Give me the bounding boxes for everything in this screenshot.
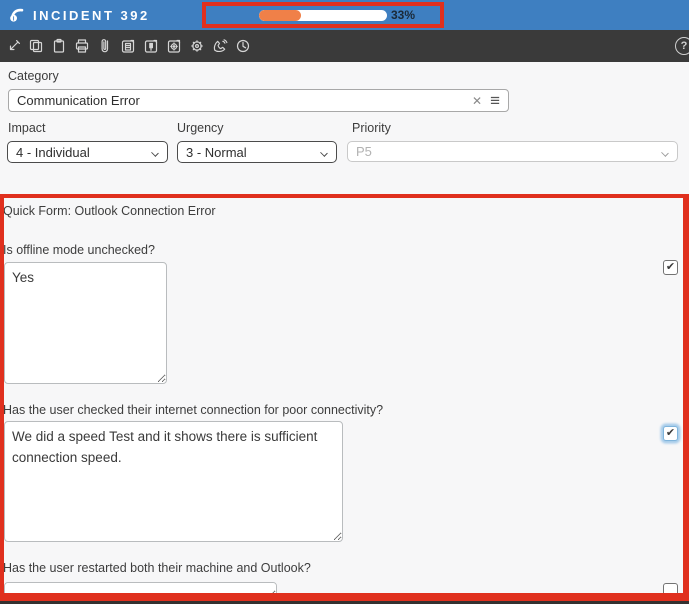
phone-icon[interactable] <box>212 38 228 55</box>
gear-icon[interactable] <box>189 38 205 55</box>
help-icon[interactable]: ? <box>675 37 689 55</box>
incident-phone-icon: i <box>9 7 26 23</box>
copy-icon[interactable] <box>28 38 44 55</box>
impact-label: Impact <box>8 121 46 135</box>
progress-bar-fill <box>259 10 301 21</box>
question-3-checkbox[interactable]: ✔ <box>663 583 678 598</box>
incident-page: i INCIDENT 392 33% <box>0 0 689 604</box>
impact-value: 4 - Individual <box>16 145 90 160</box>
quick-form-title: Quick Form: Outlook Connection Error <box>3 204 216 218</box>
progress-percent-label: 33% <box>391 8 415 22</box>
question-1-checkbox[interactable]: ✔ <box>663 260 678 275</box>
urgency-value: 3 - Normal <box>186 145 247 160</box>
check-icon: ✔ <box>666 262 675 273</box>
urgency-select[interactable]: 3 - Normal <box>177 141 337 163</box>
gear-panel-icon[interactable] <box>166 38 182 55</box>
page-title: INCIDENT 392 <box>33 8 150 23</box>
priority-select-disabled: P5 <box>347 141 678 162</box>
chevron-down-icon <box>661 149 669 157</box>
clear-category-icon[interactable]: ✕ <box>472 94 482 108</box>
priority-value: P5 <box>356 144 372 159</box>
collapse-arrow-icon[interactable] <box>5 38 21 55</box>
urgency-label: Urgency <box>177 121 224 135</box>
question-2-label: Has the user checked their internet conn… <box>3 403 383 417</box>
question-1-answer-textarea[interactable]: Yes <box>4 262 167 384</box>
priority-label: Priority <box>352 121 391 135</box>
document-panel-icon[interactable] <box>120 38 136 55</box>
category-field[interactable]: Communication Error ✕ ≡ <box>8 89 509 112</box>
progress-bar <box>259 10 387 21</box>
question-2-checkbox[interactable]: ✔ <box>663 426 678 441</box>
clipboard-icon[interactable] <box>51 38 67 55</box>
check-icon: ✔ <box>666 428 675 439</box>
svg-text:i: i <box>13 16 15 23</box>
category-value: Communication Error <box>17 93 472 108</box>
question-3-label: Has the user restarted both their machin… <box>3 561 311 575</box>
chevron-down-icon <box>320 149 328 157</box>
toolbar: ? <box>0 30 689 62</box>
question-3-answer-textarea[interactable] <box>4 582 277 600</box>
chevron-down-icon <box>151 149 159 157</box>
category-menu-icon[interactable]: ≡ <box>490 96 500 106</box>
clock-icon[interactable] <box>235 38 251 55</box>
question-2-answer-textarea[interactable]: We did a speed Test and it shows there i… <box>4 421 343 542</box>
title-bar: i INCIDENT 392 33% <box>0 0 689 30</box>
bottom-edge <box>0 600 689 604</box>
template-panel-icon[interactable] <box>143 38 159 55</box>
attachment-icon[interactable] <box>97 38 113 55</box>
impact-select[interactable]: 4 - Individual <box>7 141 168 163</box>
print-icon[interactable] <box>74 38 90 55</box>
category-label: Category <box>8 69 59 83</box>
question-1-label: Is offline mode unchecked? <box>3 243 155 257</box>
